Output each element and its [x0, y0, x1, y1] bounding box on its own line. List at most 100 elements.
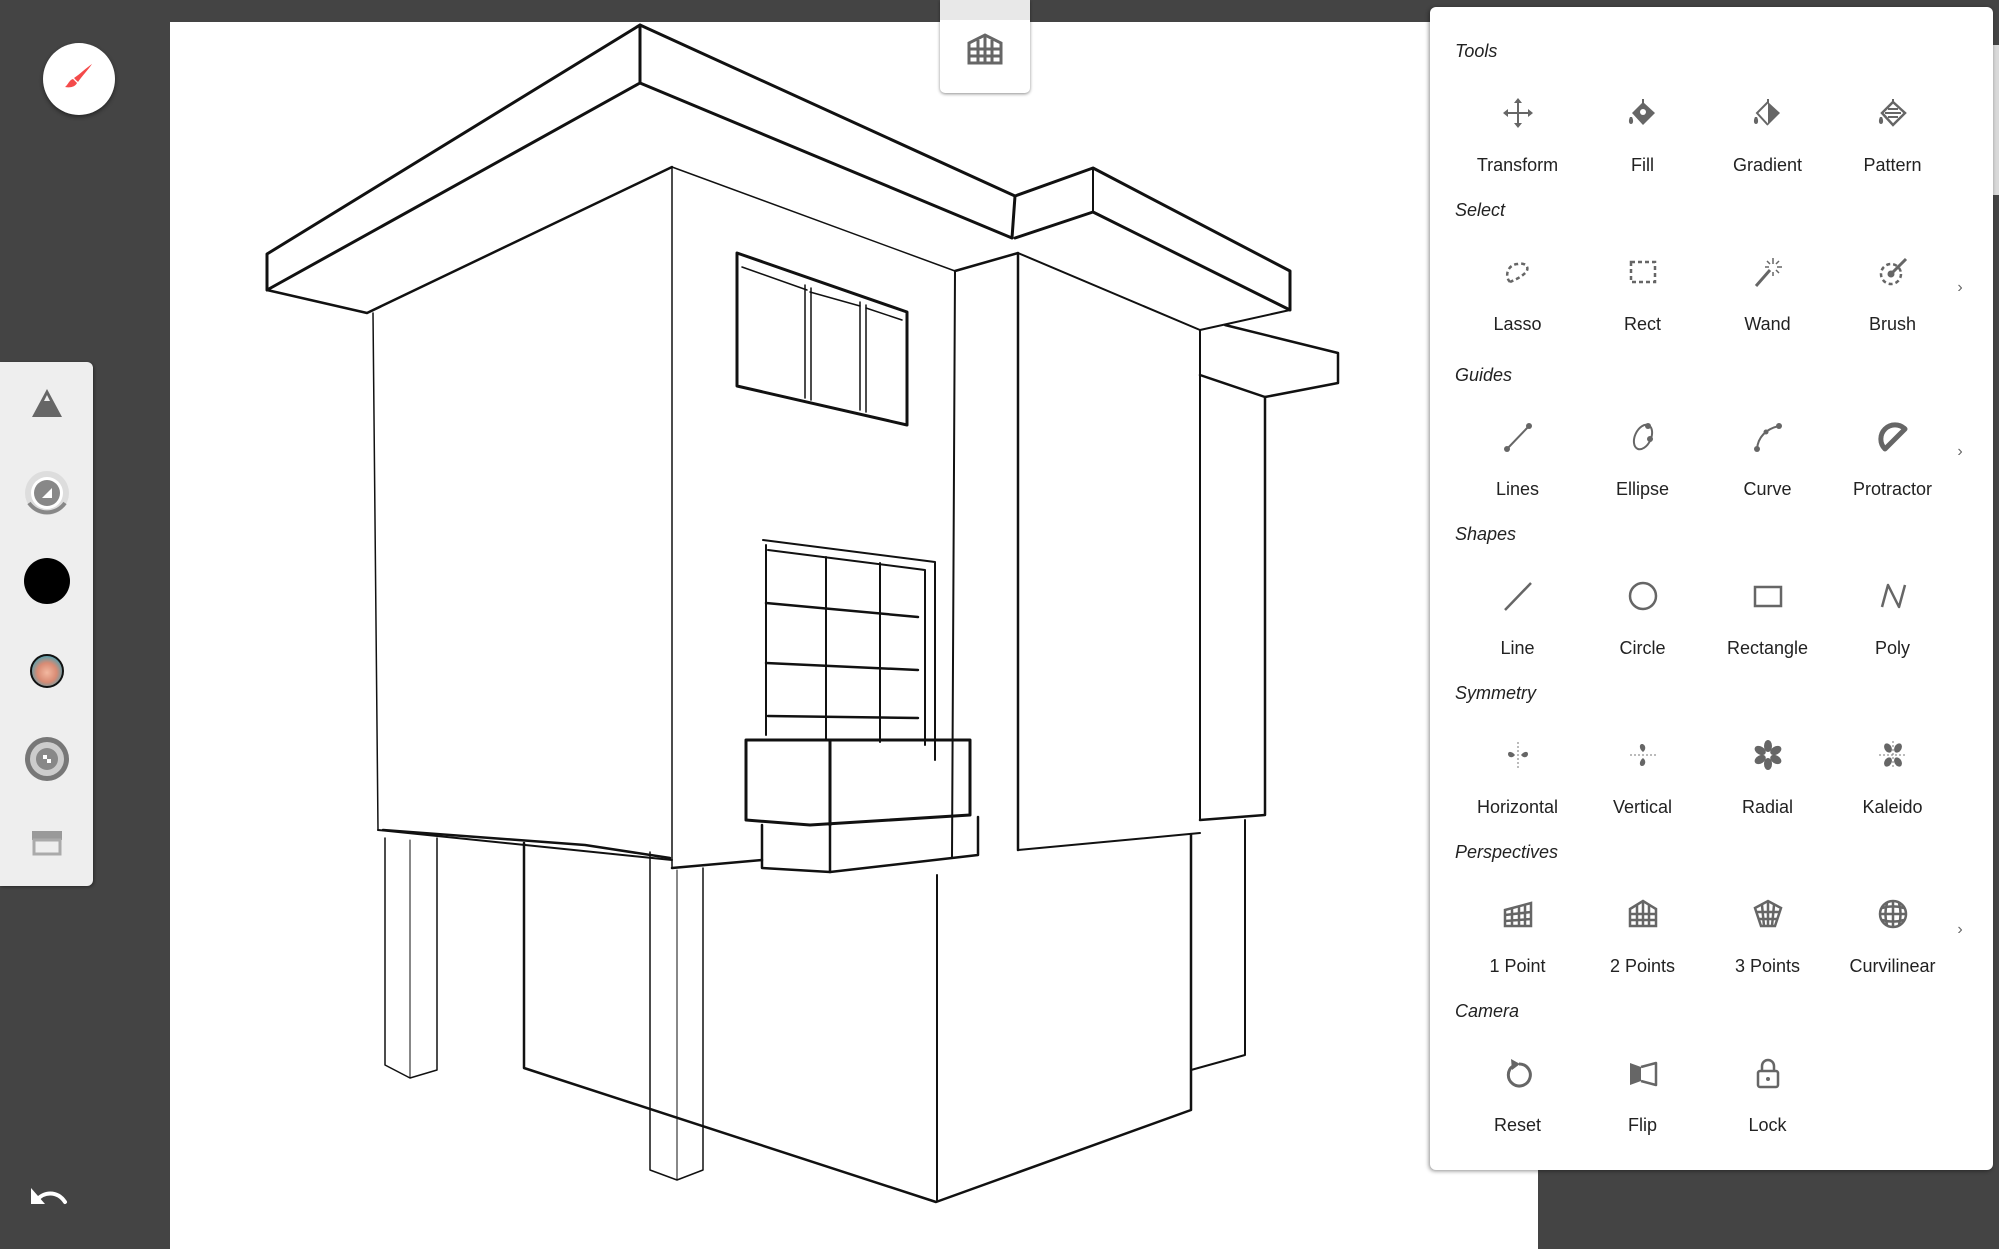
tool-rectangle[interactable]: Rectangle: [1705, 568, 1830, 688]
tool-ellipse[interactable]: Ellipse: [1580, 409, 1705, 529]
move-arrows-icon: [1502, 97, 1534, 129]
tool-symmetry-vertical[interactable]: Vertical: [1580, 727, 1705, 847]
brush-size-button[interactable]: [0, 370, 93, 440]
2-point-perspective-icon: [965, 33, 1005, 70]
tool-pattern[interactable]: Pattern: [1830, 85, 1955, 205]
perspective-guide-tab[interactable]: [940, 0, 1030, 93]
tool-camera-flip[interactable]: Flip: [1580, 1045, 1705, 1165]
section-title-camera: Camera: [1455, 1001, 1520, 1021]
tool-poly[interactable]: Poly: [1830, 568, 1955, 688]
tool-label: Fill: [1631, 155, 1654, 175]
tool-rect[interactable]: Rect: [1580, 244, 1705, 364]
tool-curve[interactable]: Curve: [1705, 409, 1830, 529]
drawing-canvas[interactable]: [170, 22, 1538, 1249]
sketch-stroke: [372, 312, 379, 831]
tool-label: Curve: [1743, 479, 1792, 499]
tool-protractor[interactable]: Protractor: [1830, 409, 1955, 529]
guides-more-button[interactable]: ›: [1952, 444, 1968, 460]
tool-label: Rect: [1623, 314, 1661, 334]
perspectives-more-button[interactable]: ›: [1952, 922, 1968, 938]
tool-label: Line: [1500, 638, 1535, 658]
section-title-shapes: Shapes: [1455, 524, 1517, 544]
flip-icon: [1627, 1057, 1659, 1089]
section-title-perspectives: Perspectives: [1455, 842, 1559, 862]
tool-fill[interactable]: Fill: [1580, 85, 1705, 205]
reset-rotate-icon: [1502, 1057, 1534, 1089]
2-point-perspective-icon: [1627, 898, 1659, 930]
tool-gradient[interactable]: Gradient: [1705, 85, 1830, 205]
3-point-perspective-icon: [1752, 898, 1784, 930]
tool-label: Pattern: [1863, 155, 1922, 175]
tool-transform[interactable]: Transform: [1455, 85, 1580, 205]
tool-label: Radial: [1741, 797, 1794, 817]
symmetry-vertical-icon: [1627, 739, 1659, 771]
tool-label: Ellipse: [1615, 479, 1670, 499]
tool-label: Poly: [1874, 638, 1910, 658]
tool-label: Circle: [1619, 638, 1666, 658]
tool-3-points[interactable]: 3 Points: [1705, 886, 1830, 1006]
tool-lasso[interactable]: Lasso: [1455, 244, 1580, 364]
opacity-button[interactable]: [0, 460, 93, 530]
tool-label: Lasso: [1493, 314, 1542, 334]
sketch-stroke: [1017, 832, 1201, 851]
tool-symmetry-horizontal[interactable]: Horizontal: [1455, 727, 1580, 847]
tool-label: Brush: [1868, 314, 1917, 334]
section-title-symmetry: Symmetry: [1455, 683, 1536, 703]
magic-wand-icon: [1752, 256, 1784, 288]
tool-wand[interactable]: Wand: [1705, 244, 1830, 364]
tool-label: Vertical: [1612, 797, 1673, 817]
sketch-stroke: [265, 165, 674, 315]
select-more-button[interactable]: ›: [1952, 280, 1968, 296]
tool-line[interactable]: Line: [1455, 568, 1580, 688]
tool-label: Protractor: [1852, 479, 1933, 499]
color-picker-button[interactable]: [0, 638, 93, 708]
tool-brush-select[interactable]: Brush: [1830, 244, 1955, 364]
tool-lines[interactable]: Lines: [1455, 409, 1580, 529]
1-point-perspective-icon: [1502, 898, 1534, 930]
color-wheel-icon: [29, 653, 65, 694]
tool-label: 2 Points: [1609, 956, 1676, 976]
tool-label: Curvilinear: [1849, 956, 1936, 976]
tool-2-points[interactable]: 2 Points: [1580, 886, 1705, 1006]
tab-strip: [940, 0, 1030, 20]
brush-select-icon: [1877, 256, 1909, 288]
tool-label: Lock: [1748, 1115, 1787, 1135]
rect-select-icon: [1627, 256, 1659, 288]
texture-button[interactable]: [0, 726, 93, 796]
undo-button[interactable]: [24, 1180, 74, 1220]
sketch-stroke: [1198, 323, 1340, 399]
sketch-stroke: [762, 539, 936, 761]
sketch-stroke: [1190, 819, 1246, 1071]
lasso-icon: [1502, 256, 1534, 288]
tool-symmetry-kaleido[interactable]: Kaleido: [1830, 727, 1955, 847]
sketch-stroke: [741, 266, 903, 321]
fill-bucket-icon: [1627, 97, 1659, 129]
tool-symmetry-radial[interactable]: Radial: [1705, 727, 1830, 847]
sketch-stroke: [384, 837, 438, 1079]
sketch-stroke: [381, 828, 672, 860]
sketch-stroke: [1198, 395, 1267, 822]
tool-label: Transform: [1476, 155, 1559, 175]
symmetry-radial-icon: [1752, 739, 1784, 771]
section-title-select: Select: [1455, 200, 1506, 220]
layers-button[interactable]: [0, 810, 93, 880]
tool-label: 1 Point: [1489, 956, 1546, 976]
tool-camera-reset[interactable]: Reset: [1455, 1045, 1580, 1165]
opacity-dial-icon: [23, 469, 71, 522]
tool-camera-lock[interactable]: Lock: [1705, 1045, 1830, 1165]
tool-1-point[interactable]: 1 Point: [1455, 886, 1580, 1006]
tool-label: Flip: [1627, 1115, 1657, 1135]
tool-circle[interactable]: Circle: [1580, 568, 1705, 688]
line-shape-icon: [1502, 580, 1534, 612]
curvilinear-perspective-icon: [1877, 898, 1909, 930]
tool-curvilinear[interactable]: Curvilinear: [1830, 886, 1955, 1006]
sketch-stroke: [1017, 252, 1291, 331]
sketch-stroke: [670, 858, 764, 870]
brush-icon: [62, 60, 96, 99]
color-swatch-icon: [23, 557, 71, 610]
rectangle-shape-icon: [1752, 580, 1784, 612]
symmetry-kaleido-icon: [1877, 739, 1909, 771]
color-button[interactable]: [0, 548, 93, 618]
brush-button[interactable]: [43, 43, 115, 115]
tool-label: Kaleido: [1862, 797, 1923, 817]
